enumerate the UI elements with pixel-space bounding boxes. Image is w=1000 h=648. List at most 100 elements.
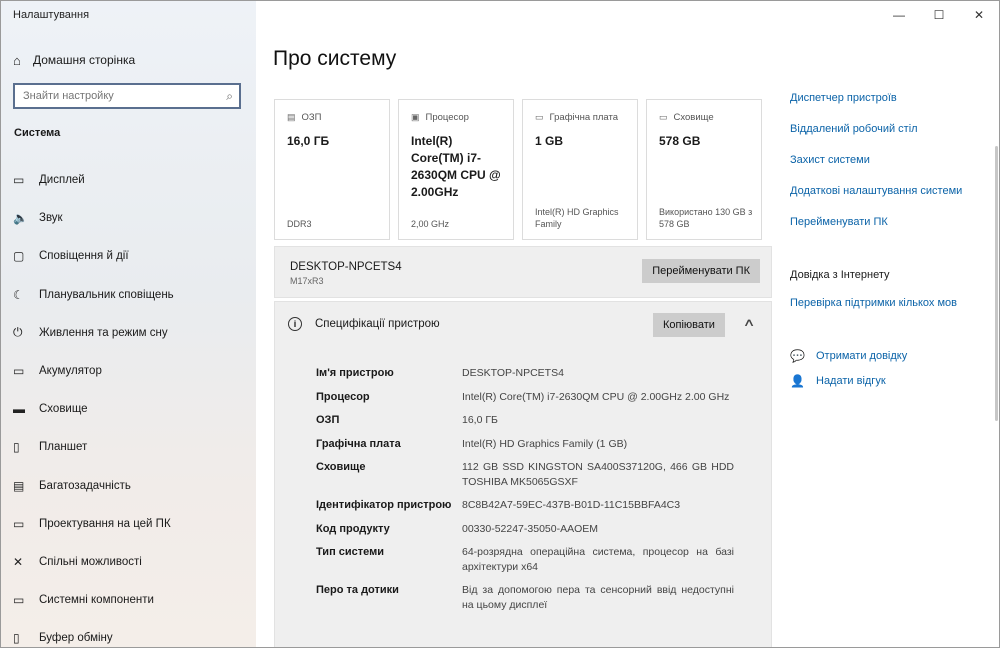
spec-key: Перо та дотики [316,584,399,596]
spec-row: Сховище 112 GB SSD KINGSTON SA400S37120G,… [316,460,734,489]
copy-button[interactable]: Копіювати [653,313,725,337]
spec-key: Код продукту [316,522,390,535]
home-icon: ⌂ [13,52,21,68]
related-link[interactable]: Додаткові налаштування системи [790,185,990,216]
spec-row: Ім'я пристрою DESKTOP-NPCETS4 [316,366,734,381]
get-help-label: Отримати довідку [816,350,908,362]
feedback-icon: 👤 [790,374,805,388]
specs-title: Специфікації пристрою [315,318,440,330]
device-row: DESKTOP-NPCETS4 M17xR3 Перейменувати ПК [274,246,772,298]
sidebar-item-label: Планшет [39,441,88,454]
help-icon: 💬 [790,349,805,363]
get-help-link[interactable]: 💬 Отримати довідку [790,349,907,363]
notifications-icon: ▢ [13,249,25,264]
sidebar-item[interactable]: ▤ Багатозадачність [1,467,256,505]
focus-assist-icon: ☾ [13,287,24,302]
sidebar-item[interactable]: ▭ Проектування на цей ПК [1,505,256,543]
card-value: 16,0 ГБ [287,134,330,148]
spec-key: Сховище [316,461,366,473]
storage-icon: ▭ [659,112,668,122]
multitasking-icon: ▤ [13,478,25,493]
sidebar-item-label: Акумулятор [39,365,102,378]
window-controls: — ☐ ✕ [879,1,999,29]
sidebar-item-label: Багатозадачність [39,479,131,492]
sidebar-item[interactable]: ▭ Системні компоненти [1,581,256,619]
card-subtext: DDR3 [287,219,312,229]
storage-icon: ▬ [13,402,25,417]
home-label: Домашня сторінка [33,53,136,67]
search-icon[interactable]: ⌕ [226,89,233,104]
spec-row: Тип системи 64-розрядна операційна систем… [316,545,734,574]
power-icon: ⏻ [13,325,23,340]
related-links: Диспетчер пристроїв Віддалений робочий ст… [790,92,990,247]
maximize-icon: ☐ [933,8,945,22]
sidebar-item[interactable]: ▭ Дисплей [1,161,256,199]
search-input[interactable] [23,90,227,102]
spec-key: Ім'я пристрою [316,367,394,379]
related-link[interactable]: Диспетчер пристроїв [790,92,990,123]
card-subtext: 2,00 GHz [411,219,450,229]
feedback-label: Надати відгук [816,375,886,387]
spec-key: Ідентифікатор пристрою [316,499,452,511]
card-label-row: ▣ Процесор [411,112,501,123]
sidebar: Налаштування ⌂ Домашня сторінка ⌕ Систем… [1,1,256,647]
related-link[interactable]: Перейменувати ПК [790,216,990,247]
sidebar-item-label: Планувальник сповіщень [39,288,174,301]
sidebar-item[interactable]: ▬ Сховище [1,390,256,428]
summary-card: ▣ Процесор Intel(R) Core(TM) i7-2630QM CPU… [398,99,514,240]
search-box[interactable]: ⌕ [13,83,241,109]
sidebar-item-label: Сховище [39,403,88,416]
section-title: Система [14,127,61,139]
spec-value: Intel(R) HD Graphics Family (1 GB) [462,437,628,450]
spec-key: ОЗП [316,414,340,426]
sidebar-item[interactable]: ⏻ Живлення та режим сну [1,314,256,352]
card-label-row: ▤ ОЗП [287,112,377,123]
spec-row: ОЗП 16,0 ГБ [316,413,734,428]
sidebar-item-label: Звук [39,212,63,225]
card-label-row: ▭ Графічна плата [535,112,625,123]
minimize-icon: — [893,8,905,22]
sidebar-item[interactable]: ▯ Планшет [1,428,256,466]
help-title: Довідка з Інтернету [790,269,890,281]
card-label: ОЗП [301,112,322,123]
sidebar-item-label: Системні компоненти [39,594,154,607]
sidebar-item-label: Проектування на цей ПК [39,517,171,530]
sidebar-item-label: Сповіщення й дії [39,250,129,263]
card-value: 578 GB [659,134,701,148]
clipboard-icon: ▯ [13,631,20,646]
spec-value: 64-розрядна операційна система, процесор… [462,546,734,573]
summary-card: ▭ Сховище 578 GB Використано 130 GB з 578 G… [646,99,762,240]
app-title: Налаштування [13,9,90,21]
sidebar-item[interactable]: ▯ Буфер обміну [1,619,256,647]
spec-row: Перо та дотики Від за допомогою пера та с… [316,583,734,612]
projecting-icon: ▭ [13,516,25,531]
card-label: Сховище [673,112,714,123]
specs-header[interactable]: i Специфікації пристрою Копіювати ∧ [275,302,771,346]
sidebar-item[interactable]: ☾ Планувальник сповіщень [1,276,256,314]
ram-icon: ▤ [287,112,296,122]
card-label: Графічна плата [549,112,619,123]
sidebar-item[interactable]: ▢ Сповіщення й дії [1,237,256,275]
scrollbar[interactable] [995,146,998,421]
sidebar-item[interactable]: 🔈 Звук [1,199,256,237]
spec-row: Код продукту 00330-52247-35050-AAOEM [316,522,734,537]
sidebar-item-label: Дисплей [39,174,85,187]
language-support-link[interactable]: Перевірка підтримки кількох мов [790,297,957,309]
display-icon: ▭ [13,173,25,188]
battery-icon: ▭ [13,364,25,379]
shared-experiences-icon: ✕ [13,554,24,569]
rename-pc-button[interactable]: Перейменувати ПК [642,259,760,283]
home-link[interactable]: ⌂ Домашня сторінка [13,49,135,71]
close-button[interactable]: ✕ [959,1,999,29]
minimize-button[interactable]: — [879,1,919,29]
sidebar-item[interactable]: ✕ Спільні можливості [1,543,256,581]
related-link[interactable]: Захист системи [790,154,990,185]
info-icon: i [288,317,302,331]
processor-icon: ▣ [411,112,420,122]
maximize-button[interactable]: ☐ [919,1,959,29]
device-model: M17xR3 [290,276,324,286]
chevron-up-icon[interactable]: ∧ [743,316,756,329]
sidebar-item[interactable]: ▭ Акумулятор [1,352,256,390]
related-link[interactable]: Віддалений робочий стіл [790,123,990,154]
feedback-link[interactable]: 👤 Надати відгук [790,374,886,388]
